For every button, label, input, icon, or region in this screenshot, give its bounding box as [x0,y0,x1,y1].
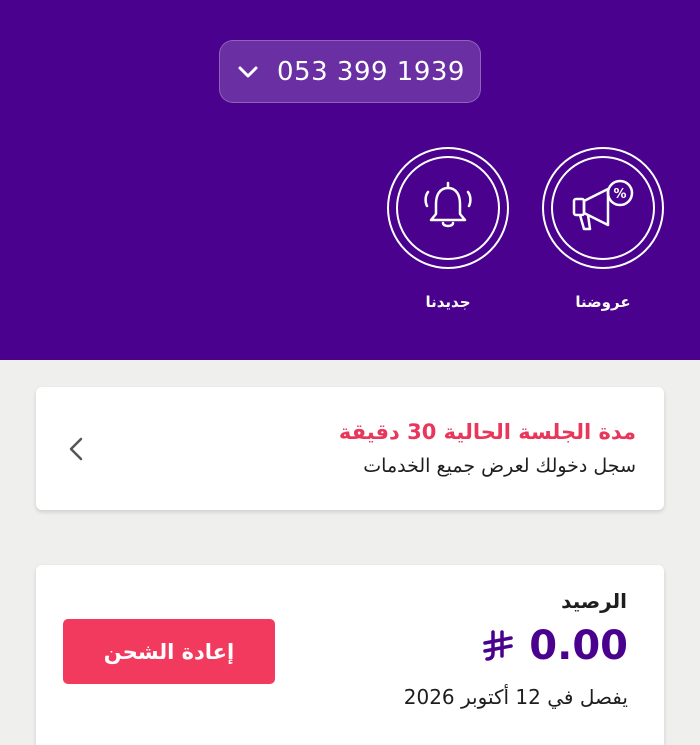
news-icon-ring [387,147,509,269]
login-prompt-text: سجل دخولك لعرض جميع الخدمات [363,455,636,477]
offers-label: عروضنا [575,293,631,311]
balance-label: الرصيد [561,589,627,613]
recharge-button[interactable]: إعادة الشحن [63,619,275,684]
chevron-down-icon [235,59,261,85]
balance-amount-row: 0.00 [481,623,628,669]
offers-icon-ring: % [542,147,664,269]
expiry-date-text: يفصل في 12 أكتوبر 2026 [403,685,628,709]
phone-number-selector[interactable]: 053 399 1939 [219,40,481,103]
chevron-left-icon [66,434,86,464]
balance-card: الرصيد 0.00 يفصل في 12 أكتوبر 2026 إعادة… [36,565,664,745]
offers-button[interactable]: % عروضنا [542,147,664,311]
header-banner: 053 399 1939 % عروضنا جديدنا [0,0,700,360]
session-login-card[interactable]: مدة الجلسة الحالية 30 دقيقة سجل دخولك لع… [36,387,664,510]
megaphone-percent-icon: % [568,171,638,245]
news-button[interactable]: جديدنا [387,147,509,311]
bell-icon [418,176,478,240]
session-duration-title: مدة الجلسة الحالية 30 دقيقة [338,420,636,444]
svg-text:%: % [613,187,626,202]
riyal-currency-icon [481,629,515,663]
phone-number: 053 399 1939 [277,56,465,87]
balance-amount: 0.00 [529,623,628,669]
news-label: جديدنا [425,293,471,311]
